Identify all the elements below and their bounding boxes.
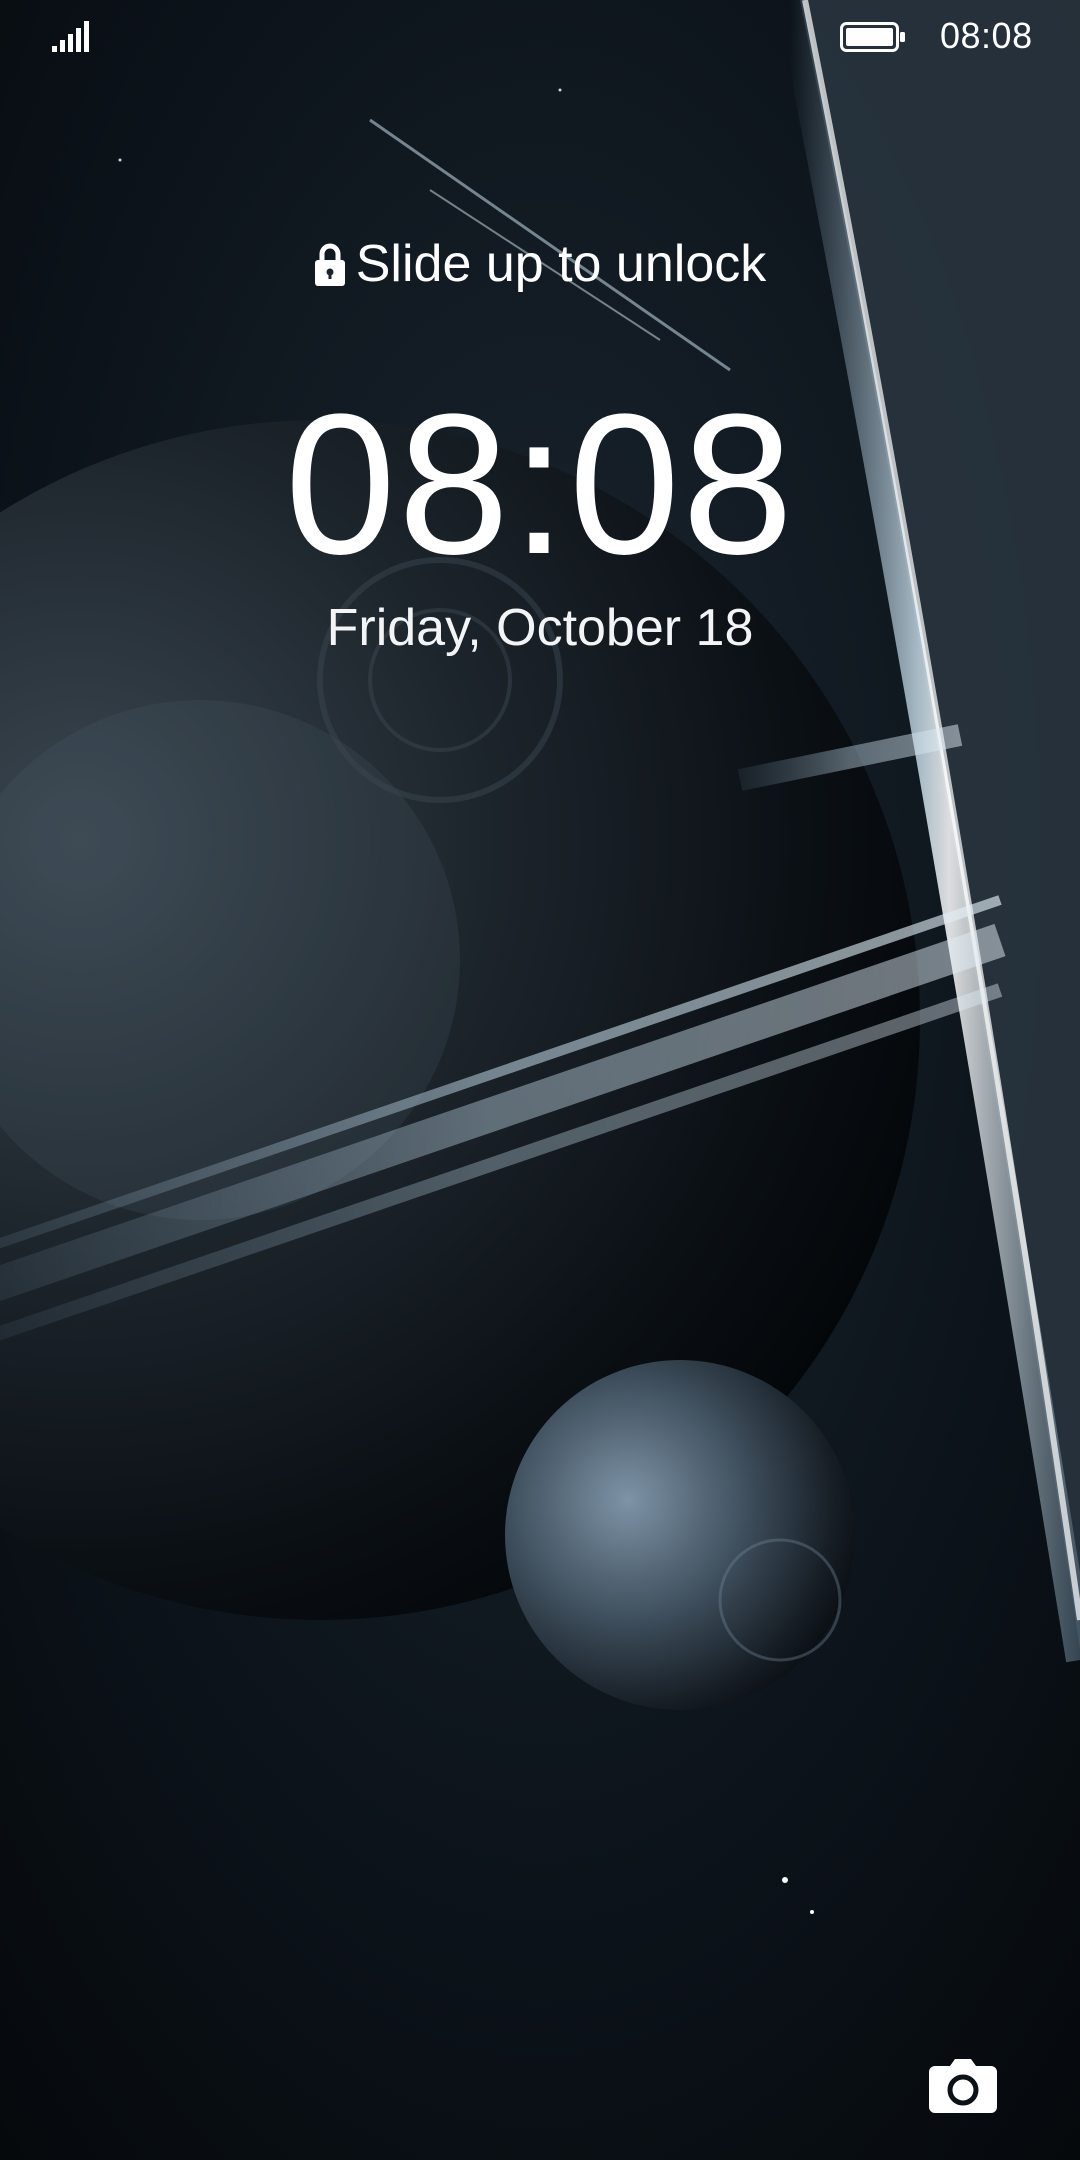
lock-date: Friday, October 18 (326, 599, 754, 657)
unlock-hint-label: Slide up to unlock (355, 235, 767, 293)
signal-bars-icon (52, 21, 89, 52)
lock-screen[interactable]: 08:08 Slide up to unlock 08:08 Friday, O… (0, 0, 1080, 2160)
lock-clock: 08:08 (284, 373, 796, 596)
status-bar: 08:08 (0, 0, 1080, 72)
unlock-hint[interactable]: Slide up to unlock (0, 232, 1080, 296)
lock-icon (314, 243, 345, 286)
camera-icon[interactable] (928, 2058, 998, 2114)
status-time: 08:08 (940, 15, 1033, 56)
wallpaper (0, 0, 1080, 2160)
battery-full-icon (840, 22, 905, 52)
